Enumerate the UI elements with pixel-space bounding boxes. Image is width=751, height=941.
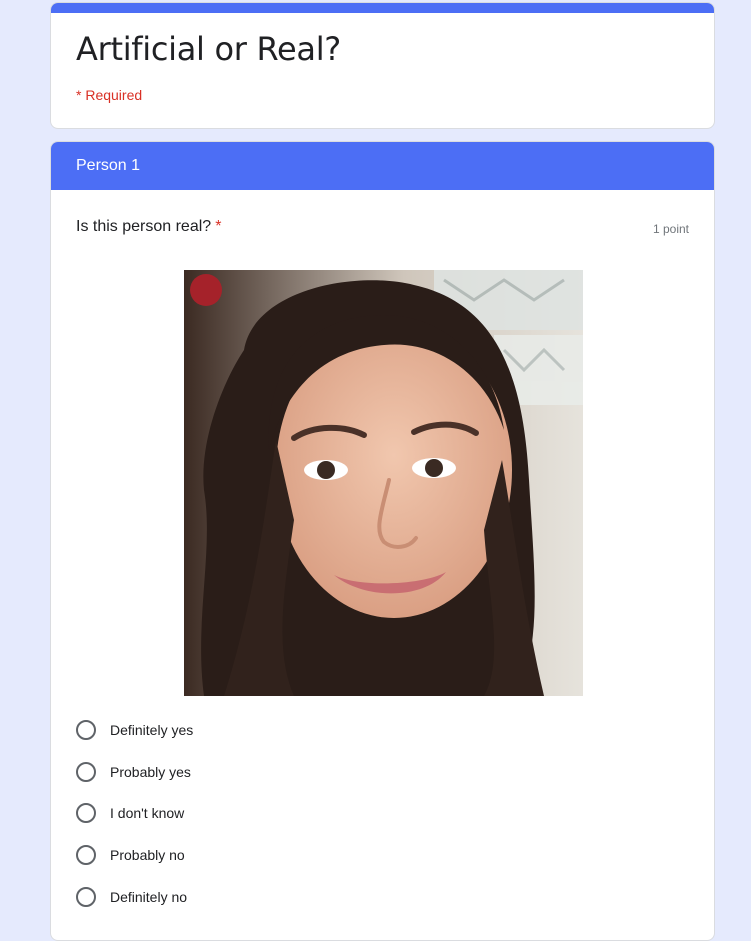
option-definitely-no[interactable]: Definitely no xyxy=(76,876,676,918)
title-accent-bar xyxy=(51,3,714,13)
required-note: * Required xyxy=(76,87,143,103)
form-title-card: Artificial or Real? * Required xyxy=(50,2,715,129)
option-probably-yes[interactable]: Probably yes xyxy=(76,751,676,793)
option-label: Probably no xyxy=(110,846,185,863)
option-dont-know[interactable]: I don't know xyxy=(76,792,676,834)
question-card: Person 1 Is this person real?* 1 point xyxy=(50,141,715,941)
option-label: Probably yes xyxy=(110,763,191,780)
form-title: Artificial or Real? xyxy=(76,30,341,68)
required-asterisk: * xyxy=(215,218,222,235)
radio-button[interactable] xyxy=(76,886,96,907)
option-label: Definitely yes xyxy=(110,721,194,738)
question-label: Is this person real? xyxy=(76,218,212,235)
option-definitely-yes[interactable]: Definitely yes xyxy=(76,709,676,751)
question-title: Is this person real? * xyxy=(76,218,221,236)
points-label: 1 point xyxy=(652,222,689,236)
radio-button[interactable] xyxy=(76,761,96,782)
radio-button[interactable] xyxy=(76,803,96,824)
option-label: I don't know xyxy=(110,805,185,822)
radio-button[interactable] xyxy=(76,719,96,740)
radio-button[interactable] xyxy=(76,844,96,865)
person-photo xyxy=(184,270,583,696)
option-probably-no[interactable]: Probably no xyxy=(76,834,676,876)
answer-options: Definitely yes Probably yes I don't know… xyxy=(76,709,676,917)
option-label: Definitely no xyxy=(110,888,188,905)
section-header: Person 1 xyxy=(51,142,714,190)
